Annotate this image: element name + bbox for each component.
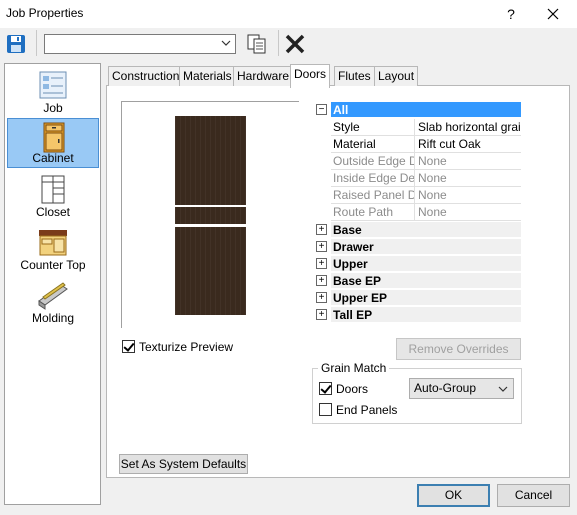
style-combo[interactable] (44, 34, 236, 54)
property-value: None (415, 187, 521, 204)
property-row-inside-edge-detail: Inside Edge Detail None (314, 170, 521, 187)
property-grid: − All Style Slab horizontal grain Materi… (314, 101, 521, 323)
category-sidebar: Job Cabinet Closet Counter Top Molding (4, 63, 101, 505)
tab-flutes[interactable]: Flutes (334, 66, 375, 86)
sidebar-item-counter-top[interactable]: Counter Top (7, 224, 99, 274)
property-value: None (415, 170, 521, 187)
save-icon[interactable] (6, 34, 26, 54)
sidebar-item-label: Job (43, 101, 63, 115)
toolbar-separator (278, 30, 279, 56)
chevron-down-icon (221, 40, 231, 46)
doors-grain-select-value: Auto-Group (414, 381, 477, 395)
category-upper-ep[interactable]: + Upper EP (314, 289, 521, 306)
category-label: Base EP (331, 273, 521, 289)
cabinet-icon (43, 122, 65, 153)
tab-materials[interactable]: Materials (179, 66, 236, 86)
copy-icon[interactable] (246, 33, 270, 55)
door-preview (121, 101, 299, 328)
grain-match-title: Grain Match (318, 361, 390, 375)
property-row-material[interactable]: Material Rift cut Oak (314, 136, 521, 153)
sidebar-item-job[interactable]: Job (7, 67, 99, 117)
end-panels-checkbox-box[interactable] (319, 403, 332, 416)
upper-door-panel (175, 116, 246, 205)
sidebar-item-label: Molding (31, 311, 75, 325)
property-value: None (415, 153, 521, 170)
ok-button[interactable]: OK (417, 484, 490, 507)
window-title: Job Properties (6, 6, 84, 20)
sidebar-item-label: Cabinet (32, 151, 74, 165)
expand-icon[interactable]: + (316, 258, 327, 269)
remove-overrides-button[interactable]: Remove Overrides (396, 338, 521, 360)
job-icon (39, 71, 67, 99)
toolbar-separator (36, 30, 37, 56)
texturize-label: Texturize Preview (139, 340, 234, 354)
tab-layout[interactable]: Layout (374, 66, 419, 86)
counter-top-icon (39, 230, 67, 256)
collapse-icon[interactable]: − (316, 104, 327, 115)
category-label: All (331, 102, 521, 118)
property-name: Style (331, 119, 415, 136)
tab-hardware[interactable]: Hardware (233, 66, 294, 86)
category-base[interactable]: + Base (314, 221, 521, 238)
molding-icon (38, 282, 68, 310)
category-all[interactable]: − All (314, 101, 521, 118)
end-panels-label: End Panels (336, 403, 398, 417)
property-row-outside-edge-detail: Outside Edge Detail None (314, 153, 521, 170)
sidebar-item-cabinet[interactable]: Cabinet (7, 118, 99, 168)
category-tall-ep[interactable]: + Tall EP (314, 306, 521, 323)
sidebar-item-closet[interactable]: Closet (7, 171, 99, 221)
expand-icon[interactable]: + (316, 241, 327, 252)
expand-icon[interactable]: + (316, 292, 327, 303)
texturize-checkbox-box[interactable] (122, 340, 135, 353)
property-value[interactable]: Rift cut Oak (415, 136, 521, 153)
delete-icon[interactable] (284, 33, 306, 55)
category-upper[interactable]: + Upper (314, 255, 521, 272)
doors-label: Doors (336, 382, 369, 396)
category-label: Tall EP (331, 307, 521, 323)
lower-door-panel (175, 227, 246, 315)
expand-icon[interactable]: + (316, 224, 327, 235)
expand-icon[interactable]: + (316, 275, 327, 286)
drawer-front-panel (175, 207, 246, 224)
expand-icon[interactable]: + (316, 309, 327, 320)
doors-checkbox[interactable]: Doors (319, 382, 368, 396)
close-icon (547, 8, 559, 20)
tab-doors[interactable]: Doors (290, 64, 331, 88)
close-button[interactable] (538, 2, 568, 26)
doors-grain-select[interactable]: Auto-Group (409, 378, 514, 399)
category-drawer[interactable]: + Drawer (314, 238, 521, 255)
tab-construction[interactable]: Construction (108, 66, 184, 86)
title-bar (0, 0, 577, 28)
closet-icon (41, 175, 65, 204)
texturize-preview-checkbox[interactable]: Texturize Preview (122, 340, 233, 354)
property-name: Inside Edge Detail (331, 170, 415, 187)
cancel-button[interactable]: Cancel (497, 484, 570, 507)
property-name: Material (331, 136, 415, 153)
property-row-route-path: Route Path None (314, 204, 521, 221)
sidebar-item-label: Counter Top (20, 258, 86, 272)
property-name: Route Path (331, 204, 415, 221)
property-value[interactable]: Slab horizontal grain (415, 119, 521, 136)
end-panels-checkbox[interactable]: End Panels (319, 403, 397, 417)
property-row-raised-panel-detail: Raised Panel Detail None (314, 187, 521, 204)
set-system-defaults-button[interactable]: Set As System Defaults (119, 454, 248, 474)
doors-checkbox-box[interactable] (319, 382, 332, 395)
help-button[interactable]: ? (498, 2, 524, 26)
sidebar-item-molding[interactable]: Molding (7, 277, 99, 327)
sidebar-item-label: Closet (35, 205, 70, 219)
property-name: Outside Edge Detail (331, 153, 415, 170)
category-base-ep[interactable]: + Base EP (314, 272, 521, 289)
category-label: Base (331, 222, 521, 238)
property-value: None (415, 204, 521, 221)
property-row-style[interactable]: Style Slab horizontal grain (314, 119, 521, 136)
category-label: Upper (331, 256, 521, 272)
category-label: Drawer (331, 239, 521, 255)
property-name: Raised Panel Detail (331, 187, 415, 204)
chevron-down-icon (498, 386, 508, 392)
category-label: Upper EP (331, 290, 521, 306)
